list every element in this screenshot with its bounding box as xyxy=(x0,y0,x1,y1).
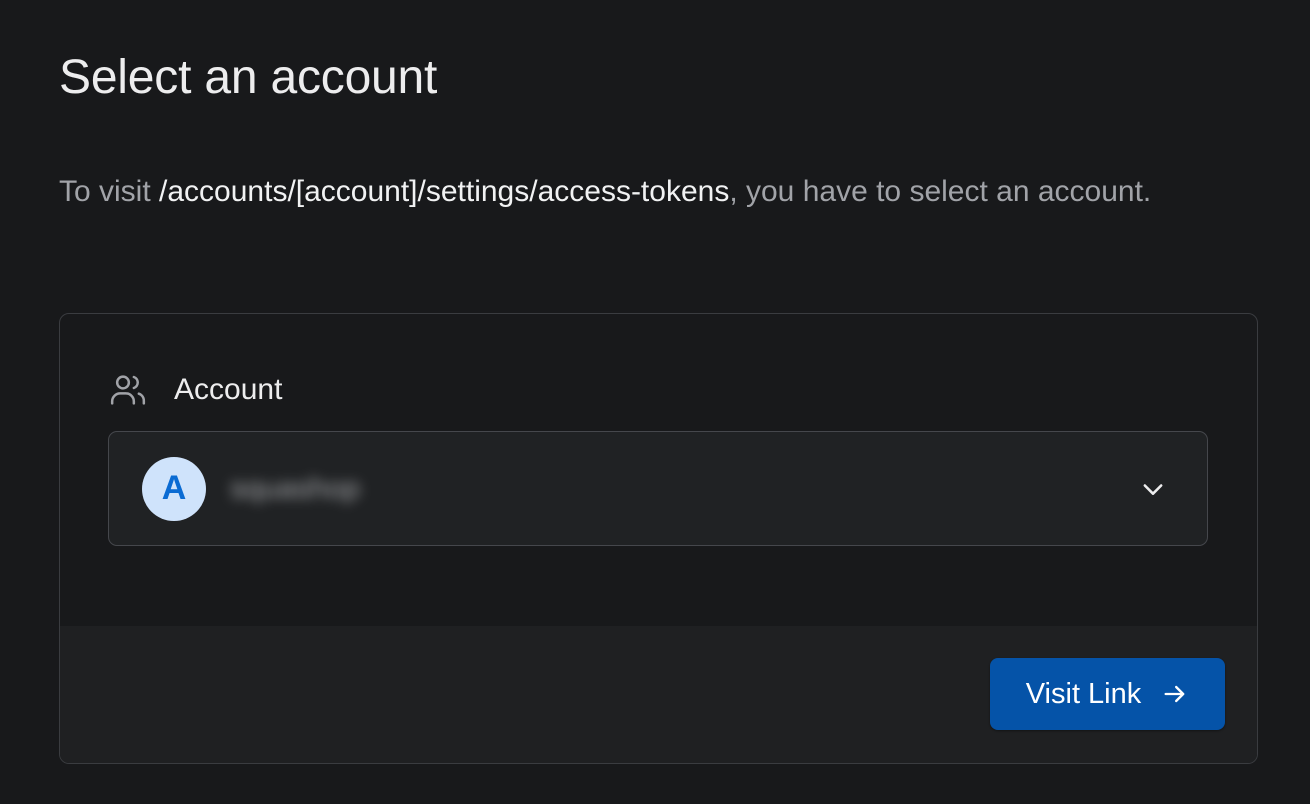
page: Select an account To visit /accounts/[ac… xyxy=(0,0,1310,804)
selected-account-name: squashop xyxy=(230,471,361,505)
description-prefix: To visit xyxy=(59,175,160,208)
page-description: To visit /accounts/[account]/settings/ac… xyxy=(59,166,1239,218)
account-avatar: A xyxy=(142,456,206,521)
account-field-label: Account xyxy=(108,370,282,410)
description-suffix: , you have to select an account. xyxy=(729,175,1152,208)
users-icon xyxy=(108,370,148,410)
visit-link-button[interactable]: Visit Link xyxy=(990,658,1225,730)
account-select-card: Account A squashop Visit Link xyxy=(59,313,1258,764)
arrow-right-icon xyxy=(1161,680,1189,708)
page-title: Select an account xyxy=(59,51,438,104)
card-body: Account A squashop xyxy=(60,314,1257,626)
visit-link-label: Visit Link xyxy=(1025,677,1142,710)
account-label: Account xyxy=(174,373,283,406)
card-footer: Visit Link xyxy=(60,626,1257,763)
description-path: /accounts/[account]/settings/access-toke… xyxy=(159,175,730,208)
account-select[interactable]: A squashop xyxy=(108,431,1208,546)
